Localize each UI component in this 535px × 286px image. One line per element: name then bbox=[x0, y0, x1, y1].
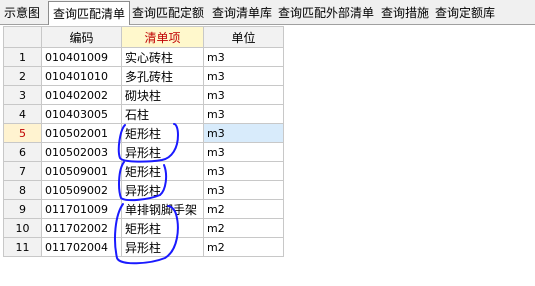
unit-cell[interactable]: m2 bbox=[203, 199, 284, 219]
bill-item-cell[interactable]: 砌块柱 bbox=[121, 85, 204, 105]
grid-header-row: 编码 清单项 单位 bbox=[3, 26, 284, 48]
table-row[interactable]: 11 011702004 异形柱 m2 bbox=[3, 237, 284, 257]
tab-quota-library[interactable]: 查询定额库 bbox=[431, 3, 535, 24]
header-bill-item[interactable]: 清单项 bbox=[121, 26, 204, 48]
row-number[interactable]: 2 bbox=[3, 66, 42, 86]
code-cell[interactable]: 010509002 bbox=[41, 180, 122, 200]
bill-item-cell[interactable]: 石柱 bbox=[121, 104, 204, 124]
bill-items-grid: 编码 清单项 单位 1 010401009 实心砖柱 m3 2 010401010 多孔砖柱… bbox=[3, 26, 284, 257]
unit-cell[interactable]: m2 bbox=[203, 218, 284, 238]
code-cell[interactable]: 011702002 bbox=[41, 218, 122, 238]
tab-bar: 示意图 查询匹配清单 查询匹配定额 查询清单库 查询匹配外部清单 查询措施 查询… bbox=[0, 0, 535, 25]
bill-item-cell[interactable]: 单排钢脚手架 bbox=[121, 199, 204, 219]
table-row[interactable]: 10 011702002 矩形柱 m2 bbox=[3, 218, 284, 238]
unit-cell[interactable]: m3 bbox=[203, 123, 284, 143]
unit-cell[interactable]: m3 bbox=[203, 161, 284, 181]
table-row[interactable]: 8 010509002 异形柱 m3 bbox=[3, 180, 284, 200]
tab-match-external-bill[interactable]: 查询匹配外部清单 bbox=[274, 3, 382, 24]
tab-diagram[interactable]: 示意图 bbox=[0, 3, 46, 24]
code-cell[interactable]: 010401009 bbox=[41, 47, 122, 67]
row-number[interactable]: 6 bbox=[3, 142, 42, 162]
row-number[interactable]: 1 bbox=[3, 47, 42, 67]
unit-cell[interactable]: m3 bbox=[203, 66, 284, 86]
header-row-number bbox=[3, 26, 42, 48]
code-cell[interactable]: 010401010 bbox=[41, 66, 122, 86]
row-number[interactable]: 4 bbox=[3, 104, 42, 124]
code-cell[interactable]: 010502003 bbox=[41, 142, 122, 162]
row-number[interactable]: 5 bbox=[3, 123, 42, 143]
bill-item-cell[interactable]: 异形柱 bbox=[121, 237, 204, 257]
table-row[interactable]: 5 010502001 矩形柱 m3 bbox=[3, 123, 284, 143]
unit-cell[interactable]: m3 bbox=[203, 104, 284, 124]
bill-item-cell[interactable]: 异形柱 bbox=[121, 180, 204, 200]
row-number[interactable]: 8 bbox=[3, 180, 42, 200]
row-number[interactable]: 10 bbox=[3, 218, 42, 238]
unit-cell[interactable]: m2 bbox=[203, 237, 284, 257]
tab-bill-library[interactable]: 查询清单库 bbox=[208, 3, 278, 24]
header-code[interactable]: 编码 bbox=[41, 26, 122, 48]
table-row[interactable]: 2 010401010 多孔砖柱 m3 bbox=[3, 66, 284, 86]
table-row[interactable]: 6 010502003 异形柱 m3 bbox=[3, 142, 284, 162]
code-cell[interactable]: 011702004 bbox=[41, 237, 122, 257]
bill-item-cell[interactable]: 矩形柱 bbox=[121, 218, 204, 238]
header-unit[interactable]: 单位 bbox=[203, 26, 284, 48]
unit-cell[interactable]: m3 bbox=[203, 85, 284, 105]
code-cell[interactable]: 010402002 bbox=[41, 85, 122, 105]
table-row[interactable]: 9 011701009 单排钢脚手架 m2 bbox=[3, 199, 284, 219]
row-number[interactable]: 11 bbox=[3, 237, 42, 257]
bill-item-cell[interactable]: 矩形柱 bbox=[121, 123, 204, 143]
unit-cell[interactable]: m3 bbox=[203, 180, 284, 200]
tab-measures[interactable]: 查询措施 bbox=[377, 3, 435, 24]
bill-item-cell[interactable]: 多孔砖柱 bbox=[121, 66, 204, 86]
row-number[interactable]: 7 bbox=[3, 161, 42, 181]
code-cell[interactable]: 010509001 bbox=[41, 161, 122, 181]
tab-match-quota[interactable]: 查询匹配定额 bbox=[128, 3, 210, 24]
bill-item-cell[interactable]: 实心砖柱 bbox=[121, 47, 204, 67]
unit-cell[interactable]: m3 bbox=[203, 47, 284, 67]
bill-item-cell[interactable]: 矩形柱 bbox=[121, 161, 204, 181]
code-cell[interactable]: 010403005 bbox=[41, 104, 122, 124]
tab-match-bill-items[interactable]: 查询匹配清单 bbox=[48, 1, 130, 25]
table-row[interactable]: 4 010403005 石柱 m3 bbox=[3, 104, 284, 124]
unit-cell[interactable]: m3 bbox=[203, 142, 284, 162]
code-cell[interactable]: 011701009 bbox=[41, 199, 122, 219]
code-cell[interactable]: 010502001 bbox=[41, 123, 122, 143]
row-number[interactable]: 9 bbox=[3, 199, 42, 219]
table-row[interactable]: 1 010401009 实心砖柱 m3 bbox=[3, 47, 284, 67]
table-row[interactable]: 3 010402002 砌块柱 m3 bbox=[3, 85, 284, 105]
table-row[interactable]: 7 010509001 矩形柱 m3 bbox=[3, 161, 284, 181]
bill-item-cell[interactable]: 异形柱 bbox=[121, 142, 204, 162]
row-number[interactable]: 3 bbox=[3, 85, 42, 105]
